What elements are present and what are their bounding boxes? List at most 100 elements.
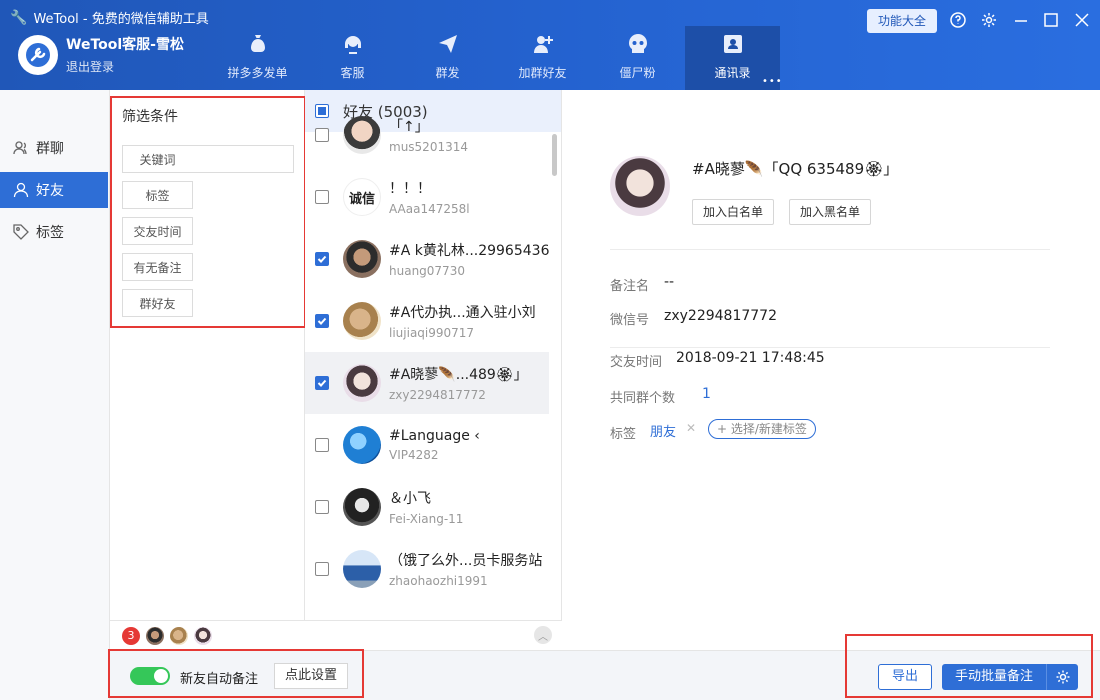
friend-row[interactable]: （饿了么外...员卡服务站 zhaohaozhi1991	[305, 538, 549, 600]
filter-panel: 筛选条件 关键词 标签 交友时间 有无备注 群好友	[110, 90, 305, 620]
avatar	[343, 116, 381, 154]
friend-wxid: huang07730	[389, 264, 465, 278]
keyword-input[interactable]	[192, 145, 294, 173]
friend-row[interactable]: 「↑」 mus5201314	[305, 104, 549, 166]
friend-name: #A代办执...通入驻小刘	[389, 305, 536, 321]
friend-name: #Language ‹	[389, 428, 480, 444]
row-checkbox[interactable]	[315, 438, 329, 452]
filter-remark-button[interactable]: 有无备注	[122, 253, 193, 281]
filter-tag-button[interactable]: 标签	[122, 181, 193, 209]
add-blacklist-button[interactable]: 加入黑名单	[789, 199, 872, 225]
account-brand: WeTool客服-雪松 退出登录	[18, 34, 184, 75]
sidebar-item-groups[interactable]: 群聊	[0, 130, 108, 166]
selected-friends-bar: 3 ︿	[110, 620, 562, 650]
auto-remark-label: 新友自动备注	[180, 672, 259, 687]
auto-remark-settings-button[interactable]: 点此设置	[274, 663, 348, 689]
avatar	[343, 550, 381, 588]
filter-title: 筛选条件	[122, 109, 178, 125]
batch-remark-button[interactable]: 手动批量备注	[942, 664, 1046, 690]
help-icon[interactable]	[949, 11, 967, 29]
avatar: 诚信	[343, 178, 381, 216]
friend-row[interactable]: 诚信 ！！！ AAaa147258l	[305, 166, 549, 228]
row-checkbox[interactable]	[315, 500, 329, 514]
friend-wxid: liujiaqi990717	[389, 326, 475, 340]
row-checkbox[interactable]	[315, 376, 329, 390]
common-groups-value[interactable]: 1	[702, 386, 711, 402]
title-bar: 🔧 WeTool - 免费的微信辅助工具	[10, 8, 209, 28]
filter-keyword-button[interactable]: 关键词	[122, 145, 193, 173]
avatar[interactable]	[146, 626, 164, 645]
friend-wxid: zxy2294817772	[389, 388, 486, 402]
divider	[610, 347, 1050, 348]
remark-value: --	[664, 274, 675, 290]
nav-add-group-friends[interactable]: 加群好友	[495, 26, 590, 90]
avatar	[343, 488, 381, 526]
bottom-bar: 新友自动备注 点此设置 导出 手动批量备注	[110, 650, 1100, 700]
avatar	[343, 302, 381, 340]
main-nav: 拼多多发单 客服 群发 加群好友 僵尸粉 通讯录	[210, 26, 780, 90]
tag-chip[interactable]: 朋友	[650, 421, 676, 440]
friend-list: 好友 (5003) 「↑」 mus5201314 诚信 ！！！ AAaa1472…	[305, 90, 562, 620]
user-icon	[13, 182, 29, 198]
row-checkbox[interactable]	[315, 128, 329, 142]
row-checkbox[interactable]	[315, 190, 329, 204]
contact-name: #A晓蓼🪶「QQ 635489🏵」	[692, 160, 899, 178]
maximize-icon[interactable]	[1042, 11, 1060, 29]
friend-row[interactable]: #A k黄礼林...29965436 huang07730	[305, 228, 549, 290]
tag-icon	[13, 224, 29, 240]
wrench-icon: 🔧	[10, 9, 28, 26]
nav-customer-service[interactable]: 客服	[305, 26, 400, 90]
row-checkbox[interactable]	[315, 252, 329, 266]
close-icon[interactable]	[1073, 11, 1091, 29]
group-icon	[13, 141, 27, 155]
app-header: 🔧 WeTool - 免费的微信辅助工具 WeTool客服-雪松 退出登录 拼多…	[0, 0, 1100, 90]
friend-name: #A晓蓼🪶...489🏵」	[389, 367, 528, 383]
sidebar: 群聊 好友 标签	[0, 90, 110, 700]
friend-wxid: AAaa147258l	[389, 202, 470, 216]
logout-link[interactable]: 退出登录	[66, 58, 184, 75]
friend-name: ！！！	[389, 181, 431, 197]
export-button[interactable]: 导出	[878, 664, 932, 690]
nav-mass-send[interactable]: 群发	[400, 26, 495, 90]
friend-row[interactable]: ＆小飞 Fei-Xiang-11	[305, 476, 549, 538]
minimize-icon[interactable]	[1012, 11, 1030, 29]
avatar	[610, 156, 670, 216]
avatar	[343, 364, 381, 402]
avatar[interactable]	[170, 626, 188, 645]
sidebar-item-tags[interactable]: 标签	[0, 214, 108, 250]
row-checkbox[interactable]	[315, 562, 329, 576]
common-groups-label: 共同群个数	[610, 391, 676, 406]
settings-gear-icon[interactable]	[980, 11, 998, 29]
avatar	[343, 426, 381, 464]
add-whitelist-button[interactable]: 加入白名单	[692, 199, 775, 225]
filter-friend-time-button[interactable]: 交友时间	[122, 217, 193, 245]
friend-list-scrollbar[interactable]	[552, 134, 557, 176]
headset-icon	[344, 36, 361, 54]
friend-row[interactable]: #A代办执...通入驻小刘 liujiaqi990717	[305, 290, 549, 352]
contacts-icon	[723, 35, 742, 53]
friend-wxid: Fei-Xiang-11	[389, 512, 464, 526]
features-button[interactable]: 功能大全	[867, 9, 937, 33]
friend-time-value: 2018-09-21 17:48:45	[676, 350, 825, 366]
money-bag-icon	[250, 35, 265, 52]
friend-wxid: VIP4282	[389, 448, 439, 462]
friend-name: 「↑」	[389, 119, 429, 135]
batch-settings-gear-icon[interactable]	[1046, 664, 1078, 690]
more-icon[interactable]: •••	[762, 76, 783, 87]
remove-tag-icon[interactable]: ✕	[686, 421, 696, 435]
nav-pdd-orders[interactable]: 拼多多发单	[210, 26, 305, 90]
row-checkbox[interactable]	[315, 314, 329, 328]
wetool-logo	[18, 34, 58, 75]
avatar[interactable]	[194, 626, 212, 645]
wxid-label: 微信号	[610, 313, 650, 328]
divider	[610, 249, 1050, 250]
sidebar-item-friends[interactable]: 好友	[0, 172, 108, 208]
filter-group-friends-button[interactable]: 群好友	[122, 289, 193, 317]
auto-remark-toggle[interactable]	[130, 667, 170, 685]
add-tag-button[interactable]: + 选择/新建标签	[708, 419, 816, 439]
collapse-up-icon[interactable]: ︿	[534, 626, 552, 644]
friend-row[interactable]: #A晓蓼🪶...489🏵」 zxy2294817772	[305, 352, 549, 414]
nav-zombie-fans[interactable]: 僵尸粉	[590, 26, 685, 90]
friend-row[interactable]: #Language ‹ VIP4282	[305, 414, 549, 476]
avatar	[343, 240, 381, 278]
